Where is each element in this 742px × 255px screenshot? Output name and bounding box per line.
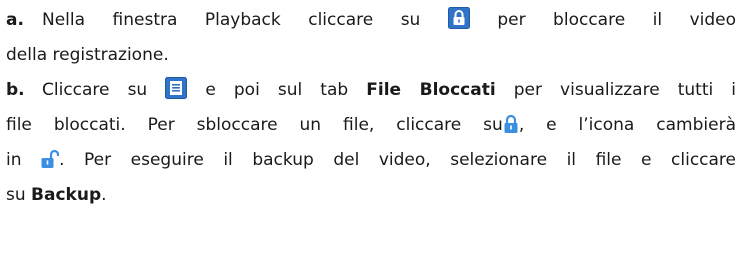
file-list-button-icon [165,77,188,99]
step-b-line-1: b. Cliccare su e poi sul tab File Bloccat… [6,73,736,108]
step-b-text-9: . [101,185,107,205]
step-a-text-3: della registrazione. [6,45,169,65]
step-a-text-1: Nella finestra Playback cliccare su [42,10,421,30]
step-a-line-1: a. Nella finestra Playback cliccare su pe… [6,3,736,38]
step-b-marker: b. [6,80,25,100]
file-bloccati-tab-label: File Bloccati [366,80,496,100]
step-a-marker: a. [6,10,24,30]
step-b-text-2: e poi sul tab [205,80,349,100]
step-b-text-6: in [6,150,22,170]
step-b-text-4: file bloccati. Per sbloccare un file, cl… [6,115,503,135]
manual-instructions: a. Nella finestra Playback cliccare su pe… [6,3,736,213]
step-b-text-5: , e l’icona cambierà [518,115,736,135]
step-b-text-1: Cliccare su [42,80,148,100]
step-b-line-4: su Backup. [6,178,736,213]
unlocked-padlock-icon [41,149,60,169]
step-b-text-7: . Per eseguire il backup del video, sele… [59,150,736,170]
step-b-line-2: file bloccati. Per sbloccare un file, cl… [6,108,736,143]
step-a-text-2: per bloccare il video [497,10,736,30]
step-b-line-3: in . Per eseguire il backup del video, s… [6,143,736,178]
step-b-text-8: su [6,185,26,205]
step-a-line-2: della registrazione. [6,38,736,73]
locked-padlock-icon [503,114,519,134]
step-b-text-3: per visualizzare tutti i [513,80,736,100]
backup-label: Backup [31,185,102,205]
lock-button-icon [447,7,470,29]
